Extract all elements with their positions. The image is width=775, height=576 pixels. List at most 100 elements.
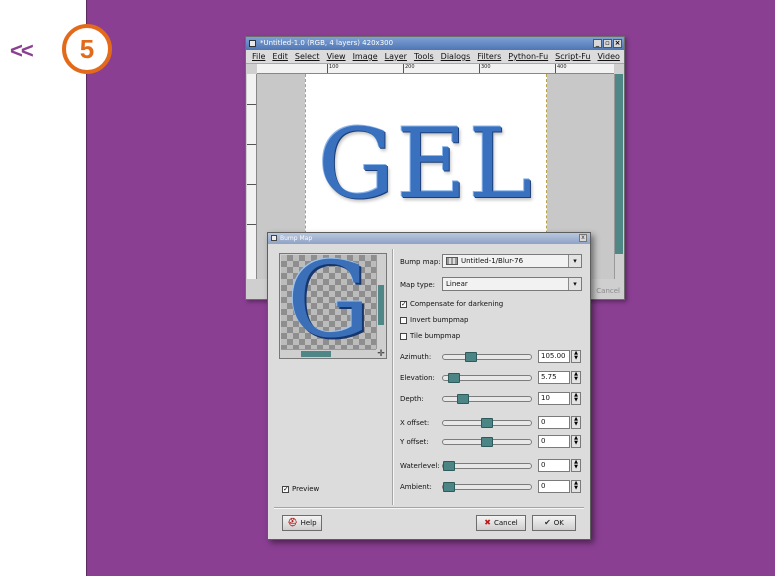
ruler-tick-mark: [247, 144, 256, 145]
y-offset-slider[interactable]: [442, 437, 532, 447]
maximize-icon[interactable]: ▫: [603, 39, 612, 48]
help-button[interactable]: ⛑ Help: [282, 515, 322, 531]
spin-value[interactable]: 0: [538, 459, 570, 472]
waterlevel-spinbox[interactable]: 0 ▲ ▼: [538, 459, 582, 472]
elevation-slider[interactable]: [442, 373, 532, 383]
menu-tools[interactable]: Tools: [414, 50, 434, 63]
scrollbar-thumb[interactable]: [615, 74, 623, 254]
slider-knob[interactable]: [465, 352, 478, 362]
spin-arrows-icon[interactable]: ▲ ▼: [571, 371, 581, 384]
ruler-tick-mark: [247, 224, 256, 225]
x-offset-spinbox[interactable]: 0 ▲ ▼: [538, 416, 582, 429]
bump-map-select[interactable]: Untitled-1/Blur-76 ▾: [442, 254, 582, 268]
checkbox-unchecked-icon[interactable]: [400, 332, 407, 340]
slider-knob[interactable]: [481, 418, 493, 428]
param-label: Depth:: [400, 395, 424, 403]
horizontal-ruler[interactable]: 100 200 300 400: [257, 64, 614, 74]
spin-value[interactable]: 0: [538, 480, 570, 493]
menu-layer[interactable]: Layer: [385, 50, 407, 63]
chevron-down-icon[interactable]: ▾: [568, 278, 581, 290]
menu-script-fu[interactable]: Script-Fu: [555, 50, 590, 63]
checkbox-checked-icon[interactable]: ✓: [282, 485, 289, 493]
elevation-spinbox[interactable]: 5.75 ▲ ▼: [538, 371, 582, 384]
slider-knob[interactable]: [481, 437, 493, 447]
checkbox-checked-icon[interactable]: ✓: [400, 300, 407, 308]
waterlevel-slider[interactable]: [442, 461, 532, 471]
checkbox-unchecked-icon[interactable]: [400, 316, 407, 324]
slider-knob[interactable]: [443, 482, 455, 492]
ruler-tick-mark: [247, 104, 256, 105]
spin-arrows-icon[interactable]: ▲ ▼: [571, 480, 581, 493]
navigate-icon[interactable]: ✛: [377, 350, 385, 359]
ok-button-label: OK: [553, 519, 564, 527]
spin-arrows-icon[interactable]: ▲ ▼: [571, 392, 581, 405]
vertical-ruler[interactable]: [247, 74, 257, 279]
menu-image[interactable]: Image: [353, 50, 378, 63]
ambient-spinbox[interactable]: 0 ▲ ▼: [538, 480, 582, 493]
slider-knob[interactable]: [456, 394, 469, 404]
scrollbar-thumb[interactable]: [378, 285, 384, 325]
spin-arrows-icon[interactable]: ▲ ▼: [571, 416, 581, 429]
button-area-divider: [274, 507, 584, 509]
spin-value[interactable]: 105.00: [538, 350, 570, 363]
spin-value[interactable]: 0: [538, 435, 570, 448]
spin-value[interactable]: 5.75: [538, 371, 570, 384]
depth-spinbox[interactable]: 10 ▲ ▼: [538, 392, 582, 405]
cancel-button[interactable]: ✖ Cancel: [476, 515, 526, 531]
preview-label: Preview: [292, 485, 320, 493]
spin-value[interactable]: 10: [538, 392, 570, 405]
back-arrow-icon: <<: [10, 38, 34, 63]
dialog-title: Bump Map: [280, 235, 313, 242]
azimuth-spinbox[interactable]: 105.00 ▲ ▼: [538, 350, 582, 363]
ok-icon: ✔: [544, 518, 551, 527]
dialog-menu-icon[interactable]: [271, 235, 277, 241]
vertical-scrollbar[interactable]: [614, 74, 623, 279]
depth-slider[interactable]: [442, 394, 532, 404]
spin-arrows-icon[interactable]: ▲ ▼: [571, 435, 581, 448]
ruler-tick: 300: [479, 64, 491, 73]
map-type-label: Map type:: [400, 281, 435, 289]
slider-knob[interactable]: [443, 461, 455, 471]
preview-image[interactable]: G: [281, 255, 376, 349]
menu-video[interactable]: Video: [597, 50, 619, 63]
window-menu-icon[interactable]: [249, 40, 256, 47]
menu-python-fu[interactable]: Python-Fu: [508, 50, 548, 63]
azimuth-slider[interactable]: [442, 352, 532, 362]
spin-arrows-icon[interactable]: ▲ ▼: [571, 350, 581, 363]
scrollbar-thumb[interactable]: [301, 351, 331, 357]
map-type-value: Linear: [446, 280, 468, 288]
preview-horizontal-scrollbar[interactable]: [281, 349, 376, 358]
help-button-label: Help: [300, 519, 317, 527]
x-offset-slider[interactable]: [442, 418, 532, 428]
menu-edit[interactable]: Edit: [272, 50, 288, 63]
bump-map-label: Bump map:: [400, 258, 441, 266]
menu-file[interactable]: File: [252, 50, 265, 63]
param-label: Azimuth:: [400, 353, 432, 361]
chevron-down-icon[interactable]: ▾: [568, 255, 581, 267]
cancel-icon: ✖: [484, 518, 491, 527]
menu-view[interactable]: View: [327, 50, 346, 63]
spin-value[interactable]: 0: [538, 416, 570, 429]
close-icon[interactable]: ×: [613, 39, 622, 48]
menu-dialogs[interactable]: Dialogs: [441, 50, 471, 63]
dialog-close-icon[interactable]: x: [579, 234, 587, 242]
image-window-title: *Untitled-1.0 (RGB, 4 layers) 420x300: [260, 39, 394, 47]
spin-arrows-icon[interactable]: ▲ ▼: [571, 459, 581, 472]
menu-select[interactable]: Select: [295, 50, 320, 63]
preview-checkbox[interactable]: ✓ Preview: [282, 485, 319, 493]
ok-button[interactable]: ✔ OK: [532, 515, 576, 531]
map-type-select[interactable]: Linear ▾: [442, 277, 582, 291]
y-offset-spinbox[interactable]: 0 ▲ ▼: [538, 435, 582, 448]
slider-knob[interactable]: [447, 373, 460, 383]
minimize-icon[interactable]: _: [593, 39, 602, 48]
image-menubar: File Edit Select View Image Layer Tools …: [246, 50, 624, 64]
tile-checkbox[interactable]: Tile bumpmap: [400, 332, 460, 340]
preview-vertical-scrollbar[interactable]: [376, 255, 385, 349]
menu-filters[interactable]: Filters: [477, 50, 501, 63]
compensate-label: Compensate for darkening: [410, 300, 504, 308]
dialog-titlebar[interactable]: Bump Map x: [268, 233, 590, 244]
compensate-checkbox[interactable]: ✓ Compensate for darkening: [400, 300, 503, 308]
image-window-titlebar[interactable]: *Untitled-1.0 (RGB, 4 layers) 420x300 _ …: [246, 37, 624, 50]
ambient-slider[interactable]: [442, 482, 532, 492]
invert-checkbox[interactable]: Invert bumpmap: [400, 316, 469, 324]
